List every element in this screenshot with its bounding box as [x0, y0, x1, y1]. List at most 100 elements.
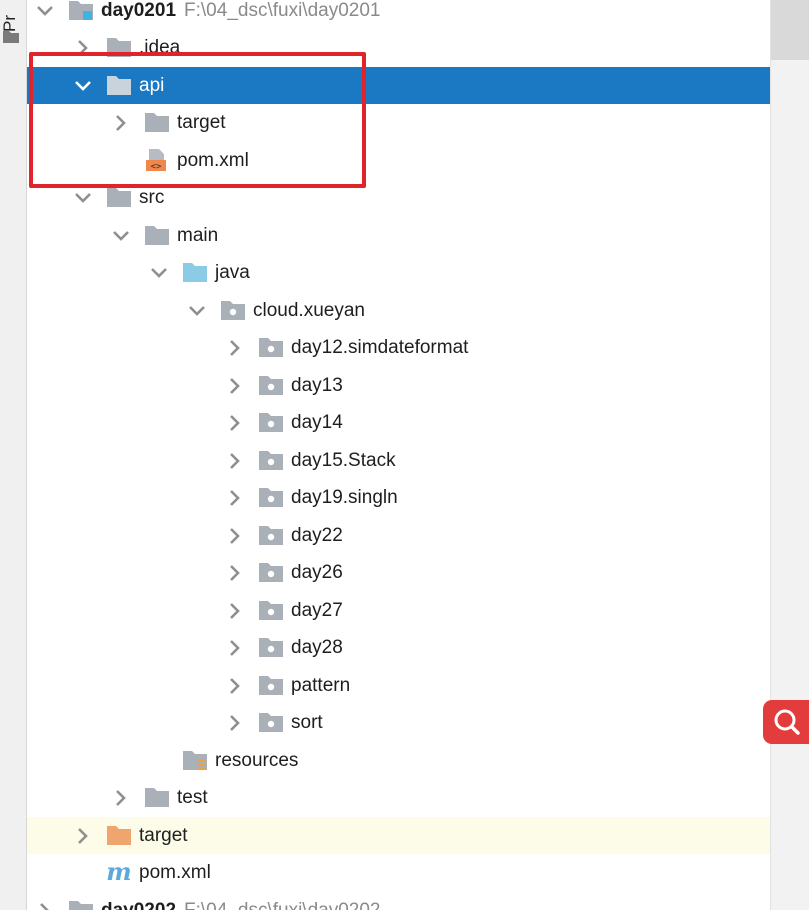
tree-node[interactable]: resources — [27, 742, 770, 779]
tree-node[interactable]: sort — [27, 704, 770, 741]
folder-icon — [105, 185, 133, 209]
package-icon — [257, 598, 285, 622]
tree-node-label: day0202 F:\04_dsc\fuxi\day0202 — [101, 899, 380, 910]
search-button[interactable] — [763, 700, 809, 744]
tree-node-label: day19.singln — [291, 486, 398, 510]
chevron-down-icon[interactable] — [149, 263, 169, 283]
tree-node-label: day26 — [291, 561, 343, 585]
node-name: day26 — [291, 562, 343, 583]
svg-text:m: m — [106, 860, 131, 884]
chevron-right-icon[interactable] — [73, 38, 93, 58]
tree-node-label: cloud.xueyan — [253, 299, 365, 323]
folder-icon — [143, 110, 171, 134]
tree-node[interactable]: day26 — [27, 554, 770, 591]
package-icon — [257, 335, 285, 359]
tree-node[interactable]: day28 — [27, 629, 770, 666]
tree-node[interactable]: day0202 F:\04_dsc\fuxi\day0202 — [27, 892, 770, 910]
node-name: pom.xml — [177, 150, 249, 171]
tree-node[interactable]: day15.Stack — [27, 442, 770, 479]
tree-node[interactable]: cloud.xueyan — [27, 292, 770, 329]
folder-icon — [105, 73, 133, 97]
chevron-right-icon[interactable] — [225, 413, 245, 433]
tree-node-label: pom.xml — [139, 861, 211, 885]
tree-node-label: sort — [291, 711, 323, 735]
chevron-right-icon[interactable] — [111, 113, 131, 133]
chevron-down-icon[interactable] — [73, 76, 93, 96]
chevron-right-icon[interactable] — [35, 901, 55, 910]
tree-node[interactable]: pattern — [27, 667, 770, 704]
package-icon — [219, 298, 247, 322]
tree-node-label: day22 — [291, 524, 343, 548]
chevron-right-icon[interactable] — [225, 451, 245, 471]
package-icon — [257, 560, 285, 584]
chevron-right-icon[interactable] — [225, 676, 245, 696]
tree-node[interactable]: day14 — [27, 404, 770, 441]
tree-node[interactable]: day13 — [27, 367, 770, 404]
xml-file-icon: <> — [143, 148, 171, 172]
tree-node[interactable]: java — [27, 254, 770, 291]
tree-node[interactable]: <> pom.xml — [27, 142, 770, 179]
node-name: target — [139, 825, 188, 846]
node-name: resources — [215, 750, 299, 771]
tree-node-label: pattern — [291, 674, 350, 698]
tree-node[interactable]: day0201 F:\04_dsc\fuxi\day0201 — [27, 0, 770, 29]
tree-node[interactable]: api — [27, 67, 770, 104]
chevron-right-icon[interactable] — [225, 638, 245, 658]
chevron-right-icon[interactable] — [225, 601, 245, 621]
node-path: F:\04_dsc\fuxi\day0201 — [184, 0, 381, 21]
project-tree[interactable]: day0201 F:\04_dsc\fuxi\day0201 .idea api tar… — [27, 0, 770, 910]
node-name: day0201 — [101, 0, 177, 21]
tree-node[interactable]: target — [27, 817, 770, 854]
tree-node-label: day12.simdateformat — [291, 336, 468, 360]
chevron-right-icon[interactable] — [225, 563, 245, 583]
tree-node-label: day27 — [291, 599, 343, 623]
svg-text:<>: <> — [151, 162, 162, 172]
tree-node-label: src — [139, 186, 164, 210]
chevron-down-icon[interactable] — [187, 301, 207, 321]
folder-icon — [105, 35, 133, 59]
chevron-right-icon[interactable] — [111, 788, 131, 808]
scrollbar-thumb[interactable] — [771, 0, 809, 60]
chevron-right-icon[interactable] — [225, 338, 245, 358]
tree-node-label: api — [139, 74, 164, 98]
node-name: sort — [291, 712, 323, 733]
tree-node-label: day15.Stack — [291, 449, 396, 473]
chevron-right-icon[interactable] — [225, 488, 245, 508]
search-icon — [774, 709, 800, 735]
chevron-down-icon[interactable] — [35, 1, 55, 21]
node-name: target — [177, 112, 226, 133]
package-icon — [257, 635, 285, 659]
tree-node-label: pom.xml — [177, 149, 249, 173]
vertical-scrollbar[interactable] — [770, 0, 809, 910]
tree-node[interactable]: target — [27, 104, 770, 141]
tree-node[interactable]: day19.singln — [27, 479, 770, 516]
folder-icon — [143, 785, 171, 809]
tree-node[interactable]: day27 — [27, 592, 770, 629]
package-icon — [257, 410, 285, 434]
chevron-right-icon[interactable] — [73, 826, 93, 846]
package-icon — [257, 485, 285, 509]
tree-node[interactable]: src — [27, 179, 770, 216]
tree-node-label: day14 — [291, 411, 343, 435]
tool-window-strip: Pr — [0, 0, 27, 910]
node-name: day0202 — [101, 900, 176, 910]
node-name: test — [177, 787, 208, 808]
tree-node-label: test — [177, 786, 208, 810]
module-folder-icon — [67, 898, 95, 910]
tree-node-label: target — [177, 111, 226, 135]
tree-node-label: java — [215, 261, 250, 285]
chevron-right-icon[interactable] — [225, 713, 245, 733]
node-name: main — [177, 225, 219, 246]
node-name: cloud.xueyan — [253, 300, 365, 321]
tree-node[interactable]: m pom.xml — [27, 854, 770, 891]
tree-node[interactable]: main — [27, 217, 770, 254]
chevron-down-icon[interactable] — [111, 226, 131, 246]
tree-node[interactable]: test — [27, 779, 770, 816]
tree-node[interactable]: day22 — [27, 517, 770, 554]
chevron-right-icon[interactable] — [225, 376, 245, 396]
tree-node[interactable]: day12.simdateformat — [27, 329, 770, 366]
chevron-down-icon[interactable] — [73, 188, 93, 208]
chevron-right-icon[interactable] — [225, 526, 245, 546]
tree-node[interactable]: .idea — [27, 29, 770, 66]
node-name: day14 — [291, 412, 343, 433]
